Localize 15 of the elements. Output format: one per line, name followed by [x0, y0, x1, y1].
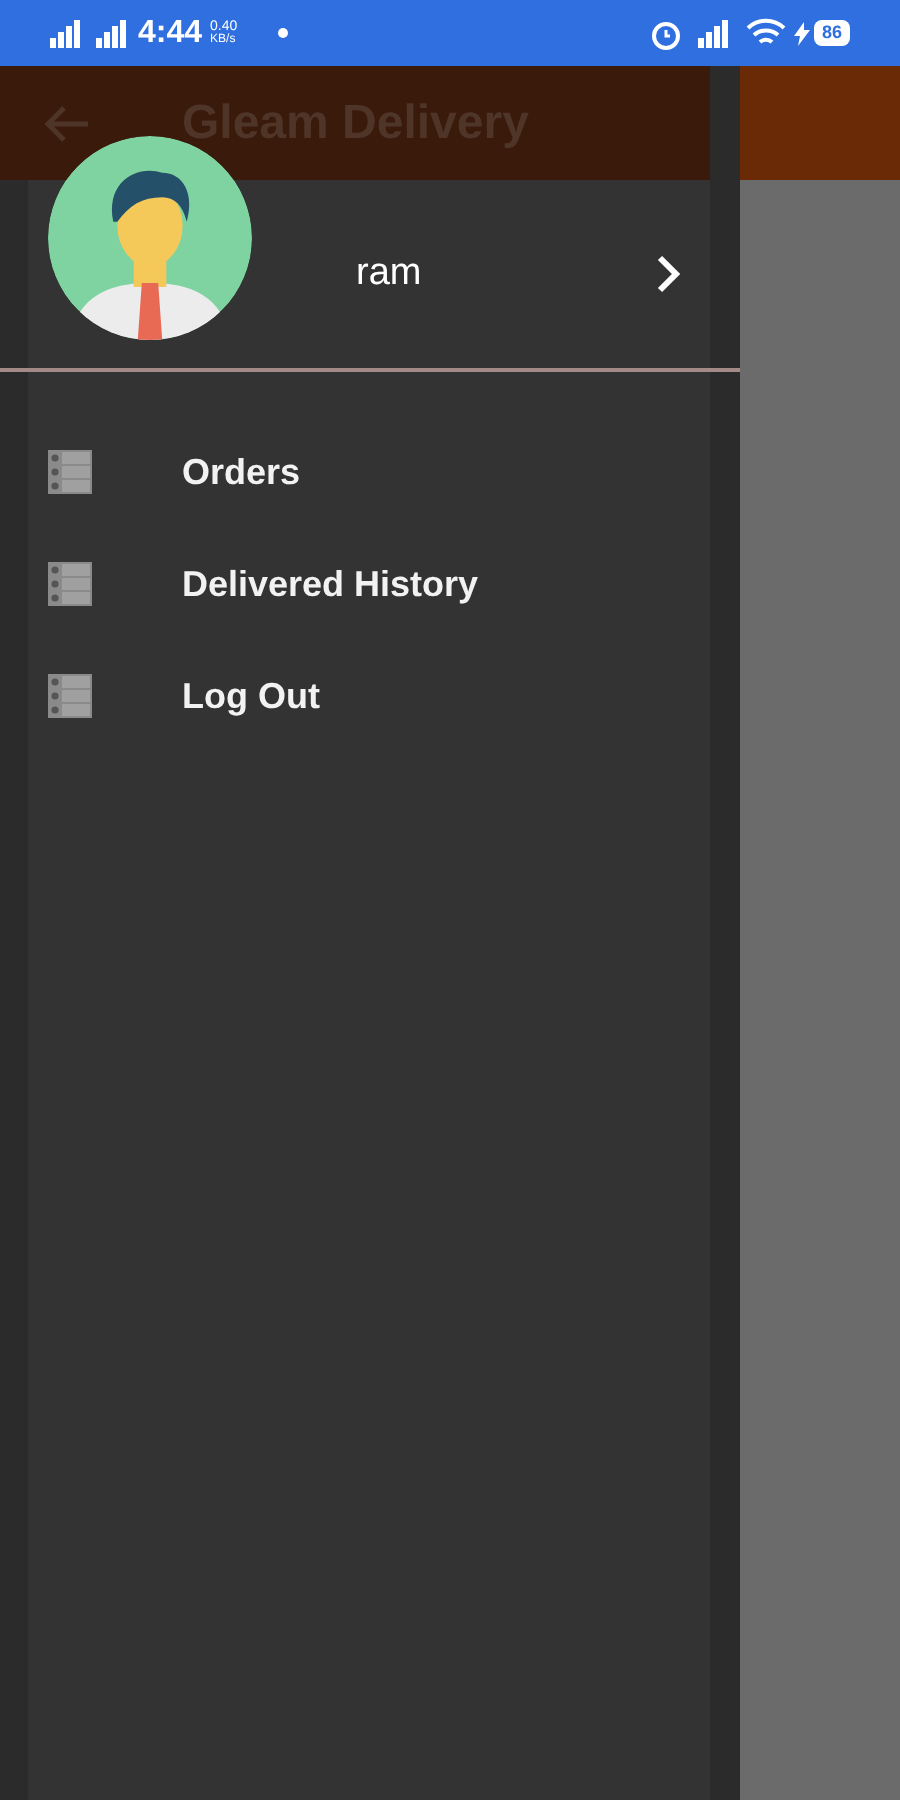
signal-icon [94, 19, 130, 47]
signal-icon [697, 19, 730, 47]
drawer-item[interactable]: Delivered History [28, 528, 710, 640]
chevron-right-icon[interactable] [654, 254, 682, 294]
signal-icon [50, 19, 82, 47]
drawer-item[interactable]: Orders [28, 416, 710, 528]
status-time: 4:44 [138, 13, 203, 53]
alarm-icon [649, 17, 682, 49]
list-icon [48, 562, 92, 606]
list-icon [48, 450, 92, 494]
drawer-item[interactable]: Log Out [28, 640, 710, 752]
back-arrow-icon [44, 103, 92, 143]
list-icon [48, 674, 92, 718]
user-name: ram [356, 249, 422, 298]
wifi-icon [745, 18, 786, 48]
